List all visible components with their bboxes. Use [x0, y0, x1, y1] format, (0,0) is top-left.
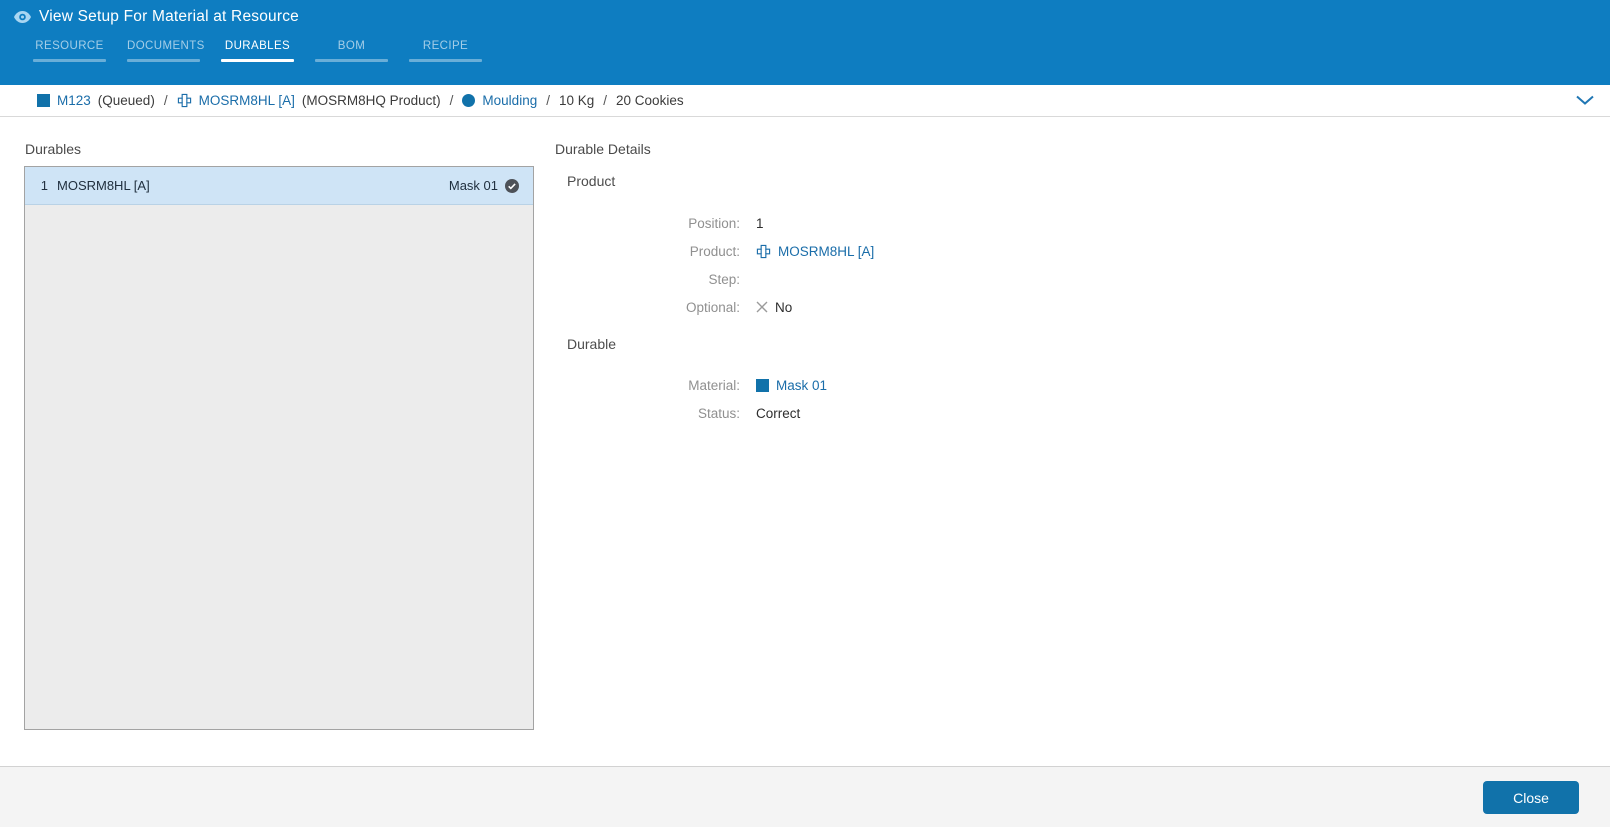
position-label: Position:: [688, 215, 740, 231]
product-description: (MOSRM8HQ Product): [301, 93, 441, 108]
x-icon: [756, 301, 768, 313]
item-durable-name: Mask 01: [448, 178, 498, 193]
tab-recipe[interactable]: RECIPE: [409, 40, 482, 62]
header: View Setup For Material at Resource RESO…: [0, 0, 1610, 85]
details-panel-title: Durable Details: [555, 141, 651, 157]
status-field: Status: Correct: [555, 399, 1115, 427]
material-field: Material: Mask 01: [555, 371, 1115, 399]
material-link[interactable]: M123: [57, 93, 91, 108]
footer: Close: [0, 766, 1610, 827]
durable-section-rows: Material: Mask 01 Status: Correct: [555, 371, 1115, 427]
breadcrumb-separator: /: [603, 93, 608, 108]
product-icon: [756, 244, 771, 259]
step-circle-icon: [462, 94, 476, 107]
breadcrumb-separator: /: [449, 93, 454, 108]
product-link[interactable]: MOSRM8HL [A]: [199, 93, 295, 108]
page-title: View Setup For Material at Resource: [39, 8, 299, 25]
chevron-down-icon[interactable]: [1576, 95, 1594, 106]
material-value-link[interactable]: Mask 01: [776, 378, 827, 393]
tab-underline: [127, 59, 200, 62]
secondary-quantity: 20 Cookies: [616, 93, 684, 108]
step-label: Step:: [708, 271, 740, 287]
tab-underline: [409, 59, 482, 62]
item-durable: Mask 01: [449, 178, 519, 193]
material-square-icon: [37, 94, 50, 107]
durables-list: 1 MOSRM8HL [A] Mask 01: [24, 166, 534, 730]
check-circle-icon: [505, 178, 519, 193]
eye-icon: [14, 11, 31, 23]
title-row: View Setup For Material at Resource: [14, 8, 299, 26]
optional-value-text: No: [775, 299, 793, 315]
tab-underline: [221, 59, 294, 62]
material-label: Material:: [688, 377, 740, 393]
item-position: 1: [40, 178, 48, 193]
view-setup-dialog: View Setup For Material at Resource RESO…: [0, 0, 1610, 827]
product-value-link[interactable]: MOSRM8HL [A]: [778, 244, 874, 259]
primary-quantity: 10 Kg: [558, 93, 595, 108]
step-link[interactable]: Moulding: [482, 93, 537, 108]
breadcrumb-step: Moulding: [462, 93, 537, 108]
tab-documents[interactable]: DOCUMENTS: [127, 40, 204, 62]
product-value: MOSRM8HL [A]: [756, 244, 874, 259]
status-label: Status:: [697, 405, 740, 421]
tab-resource[interactable]: RESOURCE: [33, 40, 106, 62]
durable-list-item-selected[interactable]: 1 MOSRM8HL [A] Mask 01: [25, 167, 533, 205]
optional-label: Optional:: [685, 299, 740, 315]
status-value: Correct: [756, 405, 801, 421]
material-square-icon: [756, 378, 769, 392]
material-state: (Queued): [97, 93, 155, 108]
tab-bom[interactable]: BOM: [315, 40, 388, 62]
product-section-title: Product: [567, 173, 616, 189]
breadcrumb-separator: /: [546, 93, 550, 108]
step-field: Step:: [555, 265, 1115, 293]
position-value: 1: [756, 215, 764, 231]
breadcrumb-material: M123 (Queued): [37, 93, 155, 108]
close-button[interactable]: Close: [1483, 781, 1579, 814]
tab-durables[interactable]: DURABLES: [221, 40, 294, 62]
product-icon: [177, 93, 192, 108]
durables-panel-title: Durables: [25, 141, 82, 157]
tab-bar: RESOURCE DOCUMENTS DURABLES BOM RECIPE: [33, 40, 482, 62]
product-section-rows: Position: 1 Product: MOSRM8HL [A] Step: …: [555, 209, 1115, 321]
optional-value: No: [756, 300, 792, 315]
breadcrumb-product: MOSRM8HL [A] (MOSRM8HQ Product): [177, 93, 441, 108]
material-value: Mask 01: [756, 378, 827, 393]
tab-underline: [315, 59, 388, 62]
item-product-name: MOSRM8HL [A]: [57, 178, 150, 193]
optional-field: Optional: No: [555, 293, 1115, 321]
breadcrumb: M123 (Queued) / MOSRM8HL [A] (MOSRM8HQ P…: [0, 85, 1610, 117]
durable-section-title: Durable: [567, 336, 617, 352]
position-field: Position: 1: [555, 209, 1115, 237]
product-label: Product:: [689, 243, 740, 259]
breadcrumb-separator: /: [163, 93, 168, 108]
product-field: Product: MOSRM8HL [A]: [555, 237, 1115, 265]
tab-underline: [33, 59, 106, 62]
